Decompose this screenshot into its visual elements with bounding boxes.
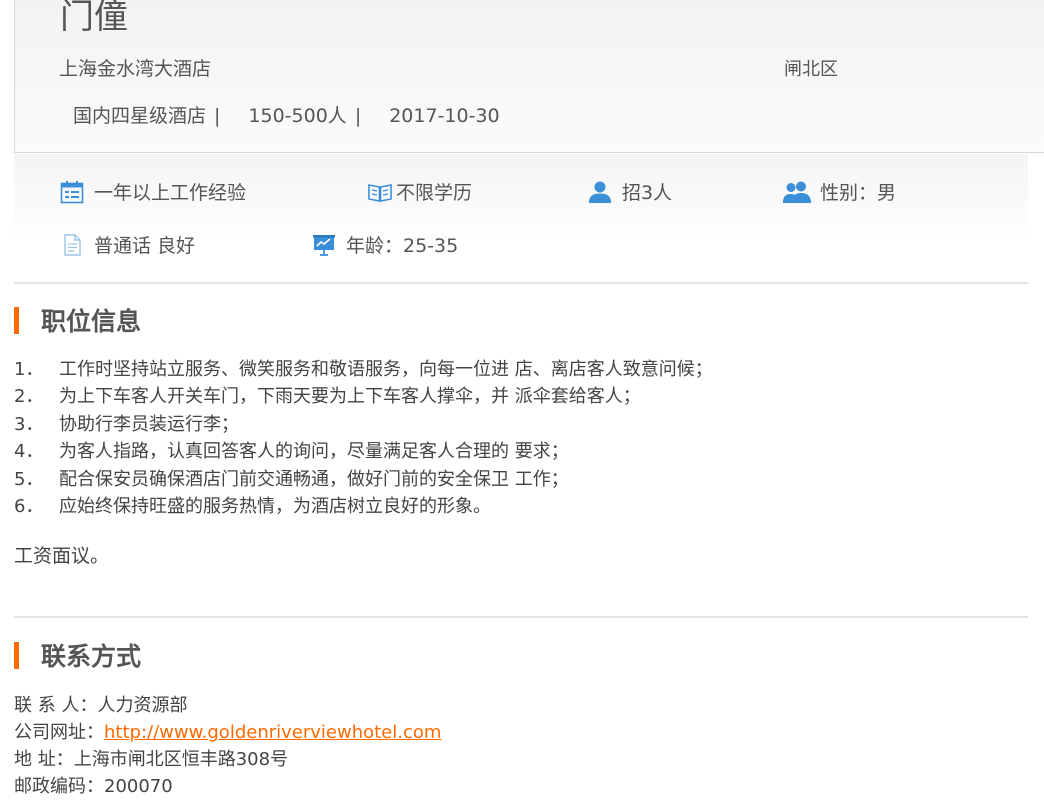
duty-item: 3． 协助行李员装运行李； [14,413,239,435]
post-date: 2017-10-30 [389,105,500,127]
requirement-education: 不限学历 [368,178,472,205]
contact-info: 联 系 人：人力资源部 公司网址：http://www.goldenriverv… [14,692,441,800]
language-text: 普通话 良好 [94,235,196,257]
requirement-language: 普通话 良好 [60,231,195,258]
contact-website: 公司网址：http://www.goldenriverviewhotel.com [14,722,442,743]
person-icon [589,181,611,203]
requirement-age: 年龄：25-35 [312,231,458,258]
document-icon [64,233,81,256]
website-link[interactable]: http://www.goldenriverviewhotel.com [104,722,441,743]
district: 闸北区 [784,59,838,80]
education-text: 不限学历 [396,182,473,204]
requirement-gender: 性别：男 [782,178,896,205]
headcount-text: 招3人 [622,182,673,204]
company-name[interactable]: 上海金水湾大酒店 [59,54,211,81]
contact-person: 联 系 人：人力资源部 [14,695,188,716]
section-title-text: 联系方式 [41,642,142,671]
contact-address: 地 址：上海市闸北区恒丰路308号 [14,749,289,770]
duty-item: 4． 为客人指路，认真回答客人的询问，尽量满足客人合理的 要求； [14,441,569,463]
contact-zip: 邮政编码：200070 [14,776,173,797]
salary-note: 工资面议。 [14,545,110,567]
presentation-icon [313,234,335,256]
requirement-headcount: 招3人 [588,178,672,205]
section-position-info: 职位信息 [14,302,141,338]
section-title-text: 职位信息 [41,307,142,336]
section-contact: 联系方式 [14,637,141,673]
job-title: 门僮 [60,0,128,37]
meta-separator: | [214,105,221,127]
duty-item: 1． 工作时坚持站立服务、微笑服务和敬语服务，向每一位进 店、离店客人致意问候； [14,359,713,380]
duty-item: 5． 配合保安员确保酒店门前交通畅通，做好门前的安全保卫 工作； [14,468,569,490]
experience-text: 一年以上工作经验 [94,182,247,204]
duty-item: 2． 为上下车客人开关车门，下雨天要为上下车客人撑伞，并 派伞套给客人； [14,386,641,408]
hotel-type: 国内四星级酒店 [73,105,207,127]
people-icon [783,181,811,203]
age-text: 年龄：25-35 [346,235,459,257]
meta-separator: | [354,105,362,127]
book-icon [368,183,392,202]
section-accent-bar [14,641,19,669]
section-accent-bar [14,306,19,334]
duty-list: 1． 工作时坚持站立服务、微笑服务和敬语服务，向每一位进 店、离店客人致意问候； … [14,356,713,520]
section-divider [14,616,1028,618]
gender-text: 性别：男 [820,182,897,204]
job-meta: 国内四星级酒店 | 150-500人 | 2017-10-30 [73,101,500,128]
duty-item: 6． 应始终保持旺盛的服务热情，为酒店树立良好的形象。 [14,496,491,518]
company-size: 150-500人 [248,105,347,127]
calendar-icon [60,180,84,203]
requirement-experience: 一年以上工作经验 [60,178,246,205]
requirements-panel [14,154,1028,284]
